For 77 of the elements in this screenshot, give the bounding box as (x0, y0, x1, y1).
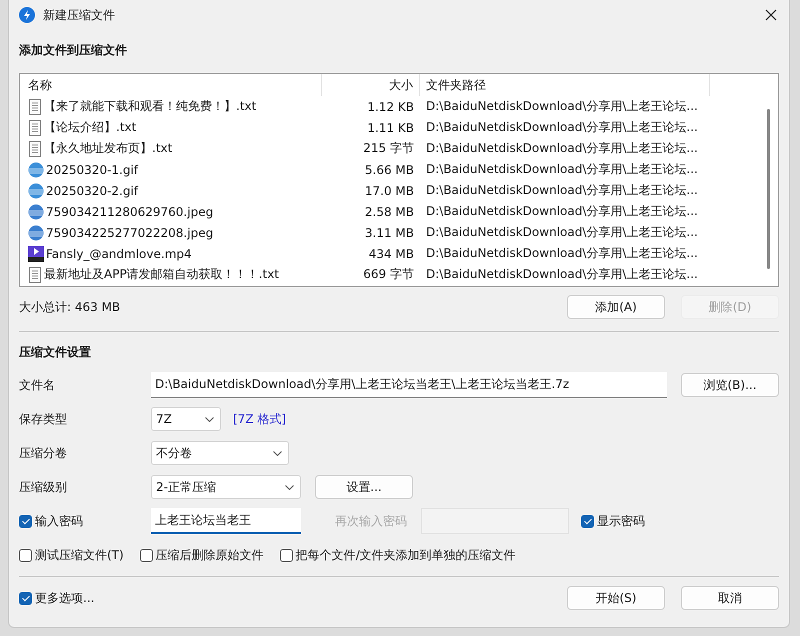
window-title: 新建压缩文件 (43, 6, 116, 24)
file-name[interactable]: 20250320-1.gif (46, 162, 138, 176)
field-label: 再次输入密码 (335, 512, 408, 530)
format-note: [7Z 格式] (233, 410, 286, 428)
file-name[interactable]: 759034211280629760.jpeg (46, 204, 214, 218)
checkbox-label: 压缩后删除原始文件 (156, 546, 264, 564)
folder-path: D:\BaiduNetdiskDownload\分享用\上老王论坛... (425, 245, 699, 262)
file-size: 17.0 MB (364, 184, 415, 198)
checkbox[interactable] (280, 548, 293, 562)
file-size: 669 字节 (362, 266, 415, 283)
text-file-icon (28, 266, 42, 282)
folder-path: D:\BaiduNetdiskDownload\分享用\上老王论坛... (425, 98, 699, 115)
checkbox[interactable] (581, 514, 594, 528)
file-name[interactable]: 【来了就能下载和观看！纯免费！】.txt (44, 98, 256, 115)
file-name[interactable]: 759034225277022208.jpeg (46, 226, 214, 240)
file-size: 434 MB (368, 246, 415, 260)
checkbox-label: 输入密码 (35, 512, 83, 530)
column-header[interactable]: 大小 (322, 74, 420, 96)
field-label: 压缩级别 (19, 478, 68, 496)
action-button[interactable]: 添加(A) (567, 295, 665, 319)
filename-field[interactable]: D:\BaiduNetdiskDownload\分享用\上老王论坛当老王\上老王论坛当老王.7z (151, 372, 667, 398)
checkbox[interactable] (140, 548, 153, 562)
file-size: 2.58 MB (364, 204, 415, 218)
chevron-down-icon (285, 484, 294, 490)
file-size: 5.66 MB (364, 162, 415, 176)
image-file-icon (28, 224, 44, 240)
password-field[interactable]: 上老王论坛当老王 (151, 508, 301, 534)
dialog-button[interactable]: 取消 (681, 586, 779, 610)
folder-path: D:\BaiduNetdiskDownload\分享用\上老王论坛... (425, 266, 699, 283)
volume-dropdown[interactable]: 不分卷 (151, 441, 289, 465)
text-file-icon (28, 140, 42, 156)
level-dropdown[interactable]: 2-正常压缩 (151, 475, 301, 499)
field-label: 文件名 (19, 376, 56, 394)
total-size: 大小总计: 463 MB (19, 298, 120, 316)
format-dropdown[interactable]: 7Z (151, 407, 221, 431)
checkbox-label: 把每个文件/文件夹添加到单独的压缩文件 (296, 546, 516, 564)
file-name[interactable]: 最新地址及APP请发邮箱自动获取！！！.txt (44, 266, 280, 283)
folder-path: D:\BaiduNetdiskDownload\分享用\上老王论坛... (425, 182, 699, 199)
checkbox-label: 更多选项... (35, 590, 94, 606)
file-name[interactable]: 【永久地址发布页】.txt (44, 140, 172, 157)
folder-path: D:\BaiduNetdiskDownload\分享用\上老王论坛... (425, 224, 699, 241)
column-header[interactable]: 文件夹路径 (420, 74, 710, 96)
browse-button[interactable]: 浏览(B)... (681, 373, 779, 397)
close-icon[interactable] (765, 9, 777, 21)
folder-path: D:\BaiduNetdiskDownload\分享用\上老王论坛... (425, 161, 699, 178)
checkbox[interactable] (19, 548, 32, 562)
scrollbar[interactable] (767, 109, 770, 269)
settings-button[interactable]: 设置... (315, 475, 413, 499)
folder-path: D:\BaiduNetdiskDownload\分享用\上老王论坛... (425, 203, 699, 220)
field-label: 压缩分卷 (19, 444, 68, 462)
section-title: 添加文件到压缩文件 (19, 42, 128, 59)
folder-path: D:\BaiduNetdiskDownload\分享用\上老王论坛... (425, 119, 699, 136)
checkbox-label: 显示密码 (597, 512, 645, 530)
chevron-down-icon (205, 416, 214, 422)
section-title: 压缩文件设置 (19, 344, 92, 361)
file-size: 215 字节 (362, 140, 415, 157)
checkbox[interactable] (19, 514, 32, 528)
checkbox[interactable] (19, 592, 32, 604)
video-file-icon (28, 246, 44, 262)
checkbox-label: 测试压缩文件(T) (35, 546, 124, 564)
file-size: 1.11 KB (366, 120, 415, 134)
folder-path: D:\BaiduNetdiskDownload\分享用\上老王论坛... (425, 140, 699, 157)
field-label: 保存类型 (19, 410, 68, 428)
image-file-icon (28, 162, 44, 178)
column-header[interactable]: 名称 (20, 74, 322, 96)
image-file-icon (28, 204, 44, 220)
dialog-button[interactable]: 开始(S) (567, 586, 665, 610)
file-size: 1.12 KB (366, 100, 415, 114)
text-file-icon (28, 98, 42, 114)
app-icon (19, 7, 35, 23)
image-file-icon (28, 182, 44, 198)
file-name[interactable]: 【论坛介绍】.txt (44, 119, 136, 136)
file-name[interactable]: 20250320-2.gif (46, 184, 138, 198)
chevron-down-icon (273, 450, 282, 456)
file-size: 3.11 MB (364, 226, 415, 240)
file-name[interactable]: Fansly_@andmlove.mp4 (46, 246, 192, 260)
text-file-icon (28, 120, 42, 136)
